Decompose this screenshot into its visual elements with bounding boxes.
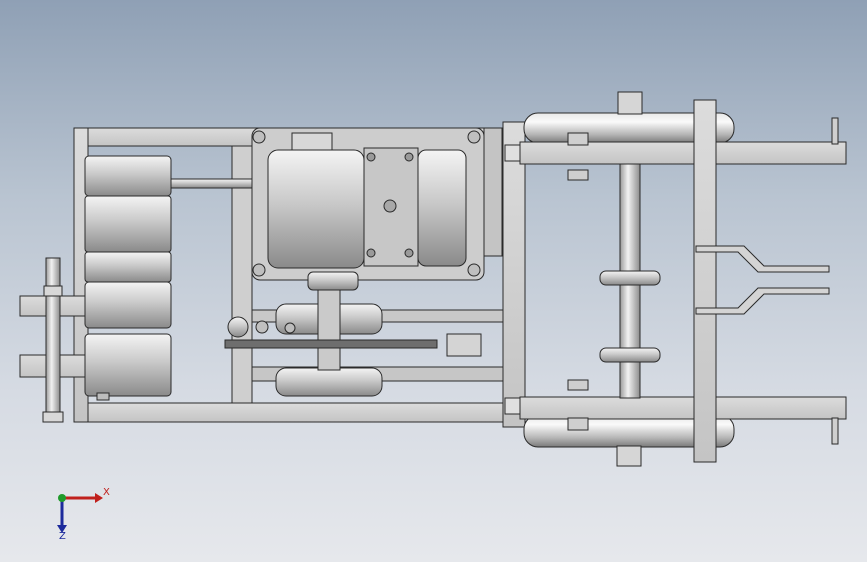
- vertical-mount-plate: [693, 99, 717, 463]
- sprocket-1: [599, 270, 661, 286]
- battery-lug: [96, 392, 110, 401]
- end-pin-bottom: [831, 417, 839, 445]
- cad-viewport[interactable]: X Z: [0, 0, 867, 562]
- battery-cell-3: [84, 251, 172, 283]
- motor-gearbox: [251, 127, 503, 281]
- mount-bolt-tr: [467, 130, 481, 144]
- motor-cap: [291, 132, 333, 151]
- pulley-spindle: [317, 289, 341, 371]
- frame-right-post: [502, 121, 526, 428]
- triad-z-label: Z: [59, 531, 66, 542]
- battery-cell-1: [84, 155, 172, 197]
- y-axis-dot: [58, 494, 66, 502]
- mount-bolt-bl: [252, 263, 266, 277]
- gearbox-center-boss: [383, 199, 397, 213]
- drive-pulley-lower: [275, 367, 383, 397]
- left-nut-top: [43, 285, 63, 297]
- drive-belt: [224, 339, 438, 349]
- belt-tensioner: [446, 333, 482, 357]
- frame-bottom-rail: [73, 402, 505, 423]
- triad-x-label: X: [103, 487, 110, 498]
- assembly-drawing: [19, 91, 847, 533]
- sprocket-2: [599, 347, 661, 363]
- bracket-right: [483, 127, 503, 257]
- battery-cell-2: [84, 195, 172, 253]
- rear-axle-assembly: [519, 91, 847, 467]
- battery-cell-5: [84, 333, 172, 397]
- triad: [57, 493, 103, 533]
- end-pin-top: [831, 117, 839, 145]
- axle-rail-bottom: [519, 396, 847, 420]
- left-threaded-rod: [45, 257, 61, 419]
- left-nut-bottom: [42, 411, 64, 423]
- mount-bolt-br: [467, 263, 481, 277]
- axle-nut-bottom: [616, 445, 642, 467]
- axle-nut-top: [617, 91, 643, 115]
- mount-bolt-tl: [252, 130, 266, 144]
- output-pulley-hub: [307, 271, 359, 291]
- motor-body: [267, 149, 365, 269]
- frame-corner-block-top: [504, 144, 522, 162]
- gearbox-end: [417, 149, 467, 267]
- battery-cell-4: [84, 281, 172, 329]
- idler-pulley: [227, 316, 249, 338]
- battery-pack: [84, 155, 172, 401]
- frame-corner-block-bottom: [504, 397, 522, 415]
